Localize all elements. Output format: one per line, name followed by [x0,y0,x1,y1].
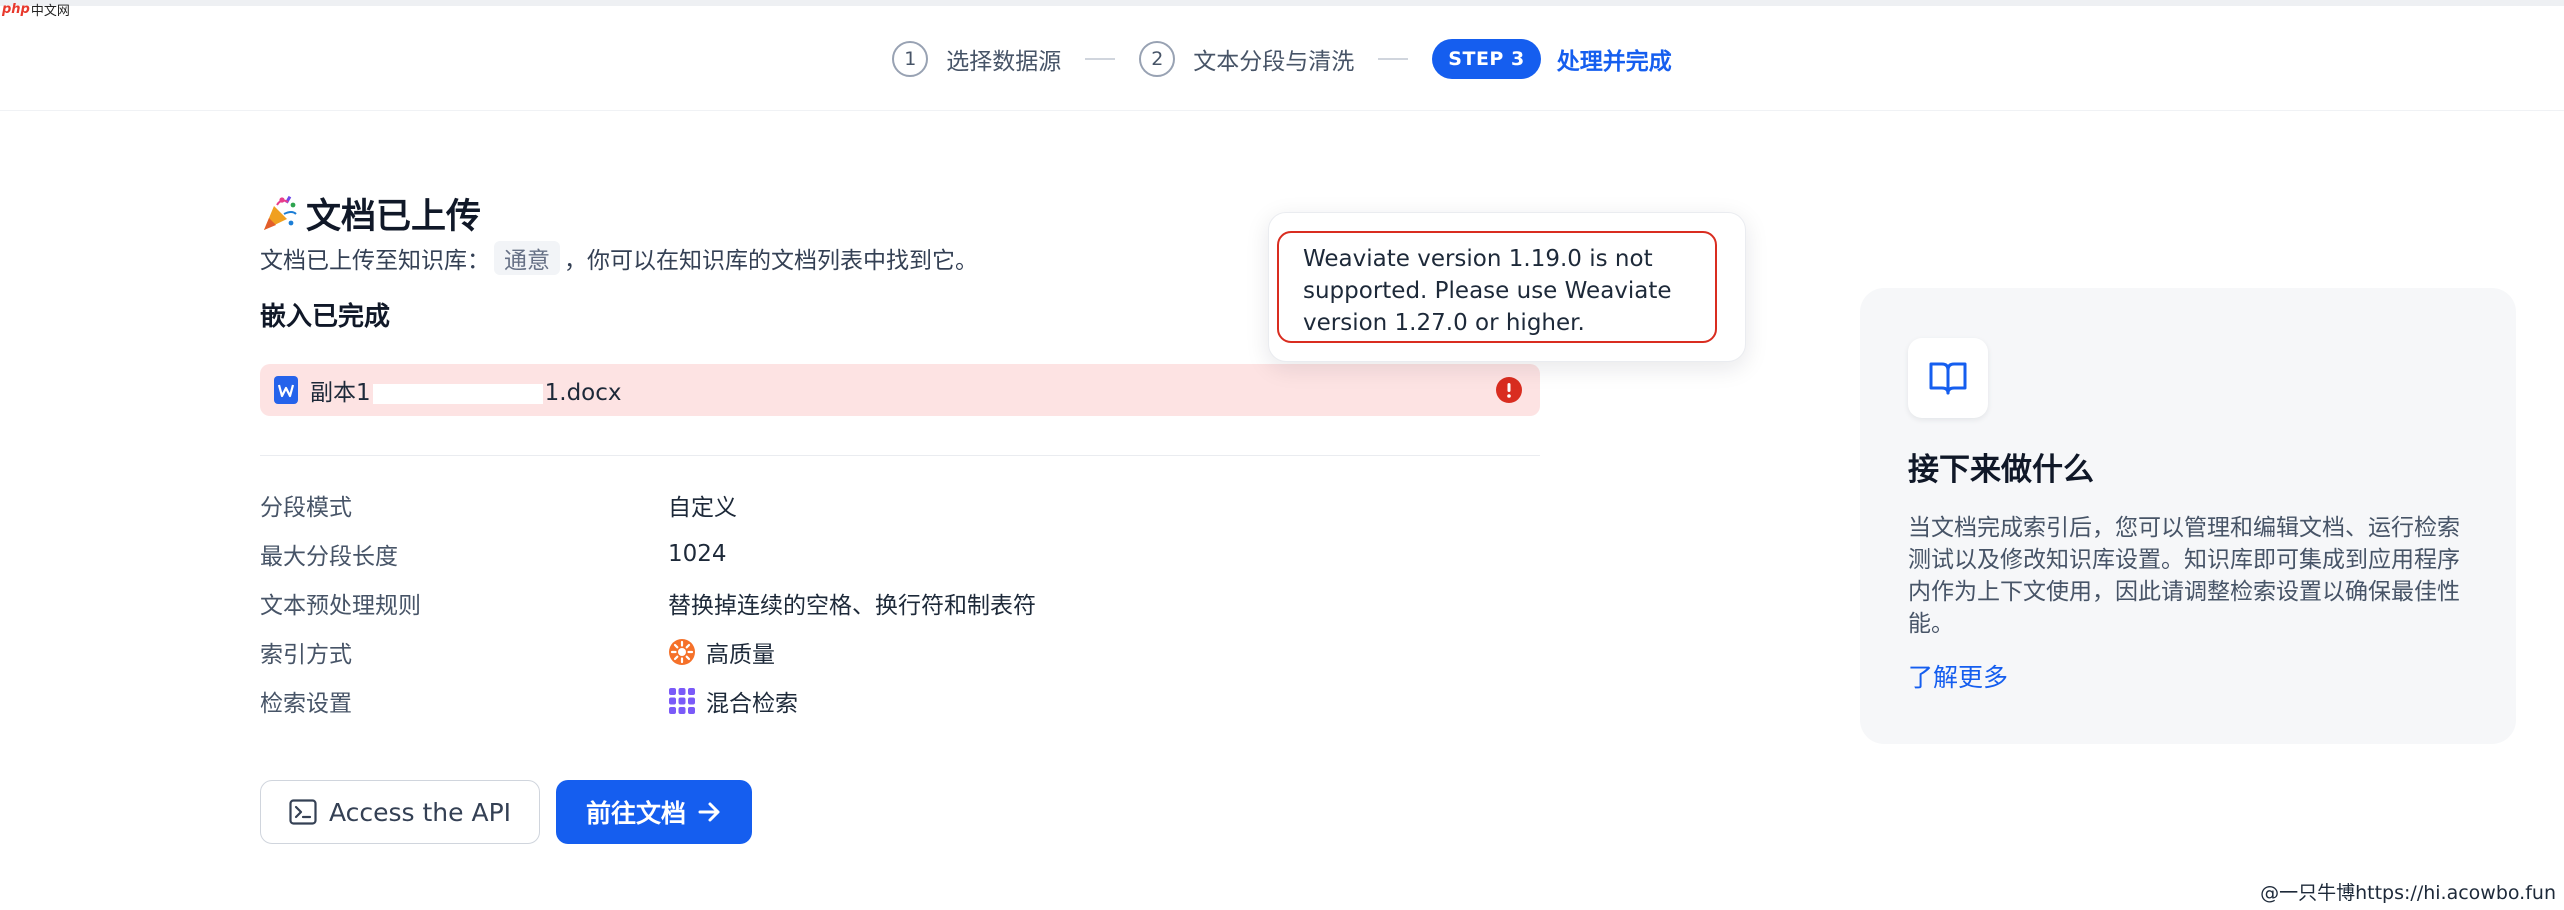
error-icon[interactable] [1496,377,1522,403]
setting-row: 最大分段长度 1024 [260,529,1540,578]
book-icon-box [1908,338,1988,418]
stepper: 1 选择数据源 2 文本分段与清洗 STEP 3 处理并完成 [0,38,2564,80]
watermark: @一只牛博https://hi.acowbo.fun [2260,882,2556,904]
next-steps-card: 接下来做什么 当文档完成索引后，您可以管理和编辑文档、运行检索测试以及修改知识库… [1860,288,2516,744]
setting-value: 1024 [668,541,727,567]
step-2[interactable]: 2 文本分段与清洗 [1139,41,1354,77]
error-toast-message: Weaviate version 1.19.0 is not supported… [1277,231,1717,343]
setting-value: 自定义 [668,488,737,522]
setting-row: 分段模式 自定义 [260,480,1540,529]
subtitle-suffix: ，你可以在知识库的文档列表中找到它。 [564,248,978,274]
step-separator [1378,58,1409,60]
header-divider [0,110,2564,111]
setting-value-text: 高质量 [706,641,775,668]
step-1-number: 1 [892,41,929,77]
setting-row: 索引方式 高质量 [260,627,1540,676]
setting-label: 检索设置 [260,690,352,717]
step-separator [1085,58,1116,60]
file-name: 副本1 1.docx [310,373,622,407]
high-quality-icon [669,638,695,665]
setting-value-text: 混合检索 [706,690,798,717]
file-row[interactable]: 副本1 1.docx [260,364,1540,416]
step-1-label: 选择数据源 [946,49,1062,75]
setting-label: 分段模式 [260,494,352,521]
subtitle-prefix: 文档已上传至知识库： [260,248,490,274]
section-divider [260,455,1540,456]
access-api-label: Access the API [328,797,512,827]
terminal-icon [289,799,317,825]
party-popper-icon [264,195,297,230]
hybrid-search-icon [669,687,695,714]
step-2-number: 2 [1139,41,1176,77]
word-file-icon [274,376,298,404]
top-strip [0,0,2564,6]
file-name-prefix: 副本1 [310,380,371,406]
step-2-label: 文本分段与清洗 [1193,49,1355,75]
logo-mark: php [2,1,30,17]
page-title-text: 文档已上传 [306,196,482,237]
setting-label: 索引方式 [260,641,352,668]
redacted-block [372,383,543,404]
setting-value-text: 1024 [668,540,727,567]
book-icon [1929,362,1967,395]
site-logo: php 中文网 [2,0,70,19]
setting-value: 高质量 [668,635,775,669]
step-3-badge: STEP 3 [1432,39,1541,79]
settings-list: 分段模式 自定义 最大分段长度 1024 文本预处理规则 替换掉连续的空格、换行… [260,480,1540,725]
error-toast: Weaviate version 1.19.0 is not supported… [1268,212,1746,362]
setting-row: 文本预处理规则 替换掉连续的空格、换行符和制表符 [260,578,1540,627]
access-api-button[interactable]: Access the API [260,780,540,844]
action-buttons: Access the API 前往文档 [260,780,752,844]
next-steps-title: 接下来做什么 [1908,452,2094,488]
go-to-document-button[interactable]: 前往文档 [556,780,752,844]
step-1[interactable]: 1 选择数据源 [892,41,1061,77]
setting-row: 检索设置 混合检索 [260,676,1540,725]
knowledge-base-name: 通意 [494,241,560,275]
setting-value-text: 自定义 [668,494,737,521]
step-3-label: 处理并完成 [1556,49,1672,75]
setting-value: 替换掉连续的空格、换行符和制表符 [668,586,1036,620]
arrow-right-icon [698,802,720,822]
step-3: STEP 3 处理并完成 [1432,39,1672,79]
setting-value: 混合检索 [668,684,798,718]
go-to-document-label: 前往文档 [585,799,686,828]
setting-value-text: 替换掉连续的空格、换行符和制表符 [668,592,1036,619]
file-name-suffix: 1.docx [544,380,622,406]
next-steps-description: 当文档完成索引后，您可以管理和编辑文档、运行检索测试以及修改知识库设置。知识库即… [1908,515,2460,637]
logo-text: 中文网 [30,3,70,19]
setting-label: 最大分段长度 [260,543,398,570]
learn-more-link[interactable]: 了解更多 [1908,658,2008,694]
setting-label: 文本预处理规则 [260,592,421,619]
